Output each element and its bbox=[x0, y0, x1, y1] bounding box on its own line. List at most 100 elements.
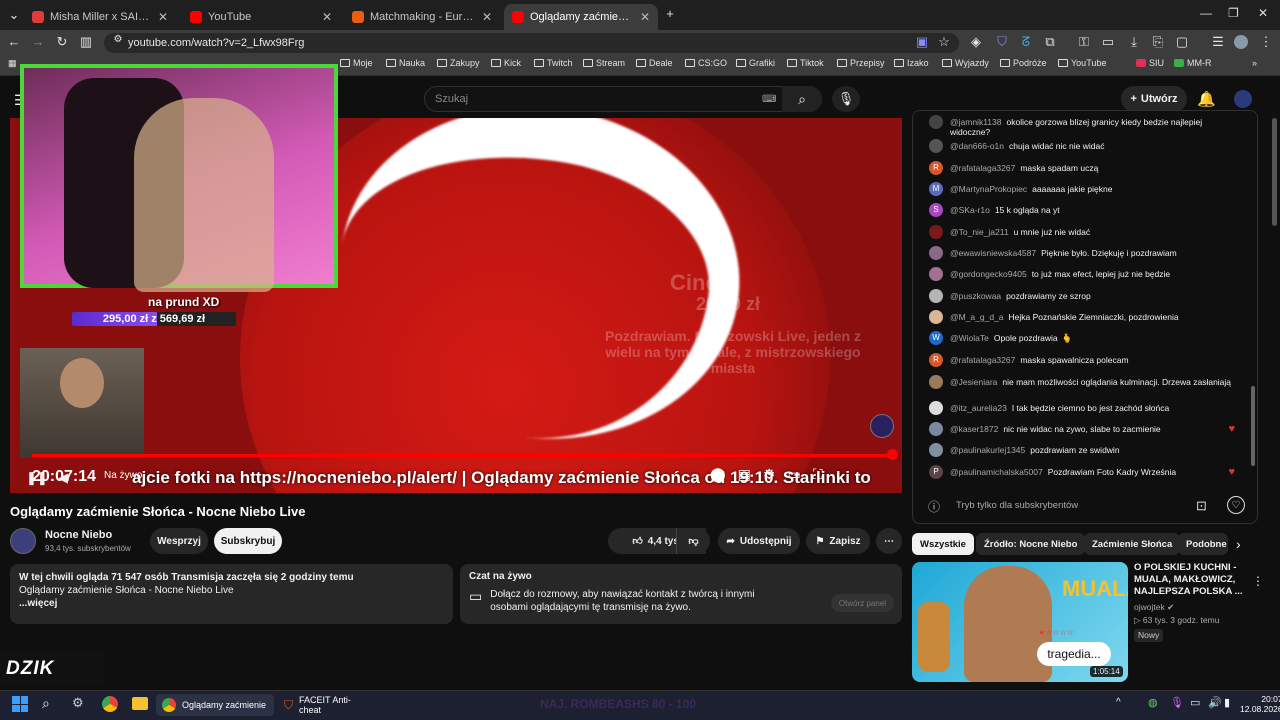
address-bar[interactable]: youtube.com/watch?v=2_Lfwx98Frg bbox=[104, 33, 959, 53]
sidebar-icon[interactable]: ▥ bbox=[78, 34, 94, 50]
chat-author-avatar[interactable] bbox=[929, 422, 943, 436]
windows-start-icon[interactable] bbox=[12, 696, 28, 712]
live-indicator[interactable]: Na żywo bbox=[104, 470, 142, 481]
chat-author-avatar[interactable] bbox=[929, 115, 943, 129]
chip-eclipse[interactable]: Zaćmienie Słońca bbox=[1084, 533, 1181, 555]
chat-message[interactable]: S @SKa-r1o 15 k ogląda na yt bbox=[929, 203, 1241, 217]
chat-author-avatar[interactable] bbox=[929, 289, 943, 303]
chat-message[interactable]: @itz_aurelia23 I tak będzie ciemno bo jes… bbox=[929, 401, 1241, 415]
volume-icon[interactable]: ◀ bbox=[58, 470, 68, 486]
search-button[interactable]: ⌕ bbox=[782, 86, 822, 112]
chat-author-avatar[interactable] bbox=[929, 246, 943, 260]
progress-scrubber[interactable] bbox=[887, 449, 898, 460]
autoplay-toggle-icon[interactable]: ⬤ bbox=[710, 466, 726, 483]
tab-1[interactable]: Misha Miller x SAINT - Ma ✕ bbox=[24, 4, 176, 30]
translate-icon[interactable]: ⎘ bbox=[1150, 34, 1166, 50]
super-chat-icon[interactable]: ⊡ bbox=[1196, 498, 1207, 514]
save-button[interactable]: ⚑ Zapisz bbox=[806, 528, 870, 554]
progress-bar[interactable] bbox=[32, 454, 896, 457]
chevron-right-icon[interactable]: › bbox=[1236, 536, 1241, 552]
chat-author-avatar[interactable]: R bbox=[929, 161, 943, 175]
chat-author-name[interactable]: @itz_aurelia23 bbox=[950, 403, 1007, 413]
reload-icon[interactable]: ↻ bbox=[54, 34, 70, 50]
chat-author-avatar[interactable]: R bbox=[929, 353, 943, 367]
chat-author-name[interactable]: @rafatalaga3267 bbox=[950, 355, 1015, 365]
chat-message[interactable]: R @rafatalaga3267 maska spadam uczą bbox=[929, 161, 1241, 175]
bookmark-link[interactable]: MM-R bbox=[1174, 58, 1212, 68]
chat-message[interactable]: P @paulinamichalska5007 Pozdrawiam Foto Ka… bbox=[929, 465, 1241, 479]
bookmark-folder[interactable]: Nauka bbox=[386, 58, 425, 68]
close-icon[interactable]: ✕ bbox=[322, 10, 332, 24]
apps-icon[interactable]: ▦ bbox=[8, 58, 17, 69]
chat-author-name[interactable]: @SKa-r1o bbox=[950, 205, 990, 215]
chat-author-name[interactable]: @kaser1872 bbox=[950, 424, 998, 434]
chat-author-avatar[interactable]: S bbox=[929, 203, 943, 217]
chat-author-name[interactable]: @Jesieniara bbox=[950, 377, 997, 387]
chip-source[interactable]: Źródło: Nocne Niebo bbox=[976, 533, 1086, 555]
battery-icon[interactable]: ▮ bbox=[1224, 696, 1230, 709]
channel-avatar[interactable] bbox=[10, 528, 36, 554]
chat-author-name[interactable]: @paulinamichalska5007 bbox=[950, 467, 1043, 477]
chip-similar[interactable]: Podobne bbox=[1178, 533, 1228, 555]
bookmark-folder[interactable]: Izako bbox=[894, 58, 929, 68]
chat-author-name[interactable]: @paulinakurlej1345 bbox=[950, 445, 1025, 455]
chat-author-avatar[interactable] bbox=[929, 267, 943, 281]
bookmark-folder[interactable]: Wyjazdy bbox=[942, 58, 989, 68]
tray-mic-icon[interactable]: 🎙 bbox=[1170, 696, 1184, 709]
password-icon[interactable]: ⚿ bbox=[1076, 34, 1092, 50]
search-icon[interactable]: ⌕ bbox=[42, 695, 50, 712]
chat-message[interactable]: M @MartynaProkopiec aaaaaaa jakie piękne bbox=[929, 182, 1241, 196]
chip-all[interactable]: Wszystkie bbox=[912, 533, 974, 555]
pause-icon[interactable]: ❚❚ bbox=[26, 470, 48, 486]
chat-author-avatar[interactable] bbox=[929, 375, 943, 389]
bookmark-folder[interactable]: Deale bbox=[636, 58, 673, 68]
site-info-icon[interactable]: ⚙ bbox=[110, 34, 126, 45]
chat-author-avatar[interactable] bbox=[929, 139, 943, 153]
channel-avatar[interactable] bbox=[1234, 90, 1252, 108]
page-scrollbar[interactable] bbox=[1272, 118, 1277, 226]
keyboard-icon[interactable]: ⌨ bbox=[762, 94, 776, 105]
chat-author-avatar[interactable]: M bbox=[929, 182, 943, 196]
open-panel-button[interactable]: Otwórz panel bbox=[831, 594, 894, 612]
settings-icon[interactable]: ⚙ bbox=[763, 466, 776, 483]
bookmark-link[interactable]: SIU bbox=[1136, 58, 1164, 68]
bookmark-folder[interactable]: Tiktok bbox=[787, 58, 824, 68]
chat-author-name[interactable]: @MartynaProkopiec bbox=[950, 184, 1027, 194]
taskbar-app-faceit[interactable]: ⛉ FACEIT Anti-cheat bbox=[278, 694, 378, 716]
chat-author-avatar[interactable]: P bbox=[929, 465, 943, 479]
chat-message[interactable]: W @WiolaTe Opole pozdrawia 🫰 bbox=[929, 331, 1241, 345]
chat-author-avatar[interactable]: W bbox=[929, 331, 943, 345]
recommended-info[interactable]: O POLSKIEJ KUCHNI - MUALA, MAKŁOWICZ, NA… bbox=[1134, 562, 1262, 642]
more-link[interactable]: ...więcej bbox=[19, 597, 444, 610]
bitwarden-icon[interactable]: ⛉ bbox=[994, 34, 1010, 50]
close-icon[interactable]: ✕ bbox=[158, 10, 168, 24]
fullscreen-icon[interactable]: ⛶ bbox=[813, 466, 823, 483]
screenshot-icon[interactable]: ▢ bbox=[1174, 34, 1190, 50]
profile-avatar[interactable] bbox=[1234, 35, 1248, 49]
taskbar-clock[interactable]: 20:07 12.08.2026 bbox=[1240, 694, 1280, 714]
download-icon[interactable]: ⤓ bbox=[1126, 34, 1142, 50]
bookmark-folder[interactable]: CS:GO bbox=[685, 58, 727, 68]
chat-author-name[interactable]: @jamnik1138 bbox=[950, 117, 1001, 127]
chrome-icon[interactable] bbox=[102, 696, 118, 712]
support-button[interactable]: Wesprzyj bbox=[150, 528, 208, 554]
heart-reaction-icon[interactable]: ♡ bbox=[1227, 496, 1245, 514]
close-icon[interactable]: ✕ bbox=[482, 10, 492, 24]
reading-list-icon[interactable]: ☰ bbox=[1210, 34, 1226, 50]
chat-message[interactable]: @kaser1872 nic nie widac na zywo, slabe t… bbox=[929, 422, 1241, 436]
share-button[interactable]: ➦ Udostępnij bbox=[718, 528, 800, 554]
tab-2[interactable]: YouTube ✕ bbox=[182, 4, 340, 30]
chat-message[interactable]: @paulinakurlej1345 pozdrawiam ze swidwin bbox=[929, 443, 1241, 457]
more-actions-button[interactable]: ⋯ bbox=[876, 528, 902, 554]
network-icon[interactable]: ▭ bbox=[1190, 696, 1200, 709]
bookmark-folder[interactable]: Zakupy bbox=[437, 58, 480, 68]
new-tab-button[interactable]: + bbox=[662, 6, 678, 21]
bookmark-folder[interactable]: YouTube bbox=[1058, 58, 1106, 68]
tray-app-icon[interactable]: ◍ bbox=[1148, 696, 1158, 709]
steam-icon[interactable]: ⚙ bbox=[72, 695, 84, 711]
payment-icon[interactable]: ▭ bbox=[1100, 34, 1116, 50]
chat-message[interactable]: @ewawisniewska4587 Pięknie było. Dziękuję… bbox=[929, 246, 1241, 260]
chat-author-avatar[interactable] bbox=[929, 310, 943, 324]
bookmark-folder[interactable]: Kick bbox=[491, 58, 521, 68]
chat-author-name[interactable]: @rafatalaga3267 bbox=[950, 163, 1015, 173]
